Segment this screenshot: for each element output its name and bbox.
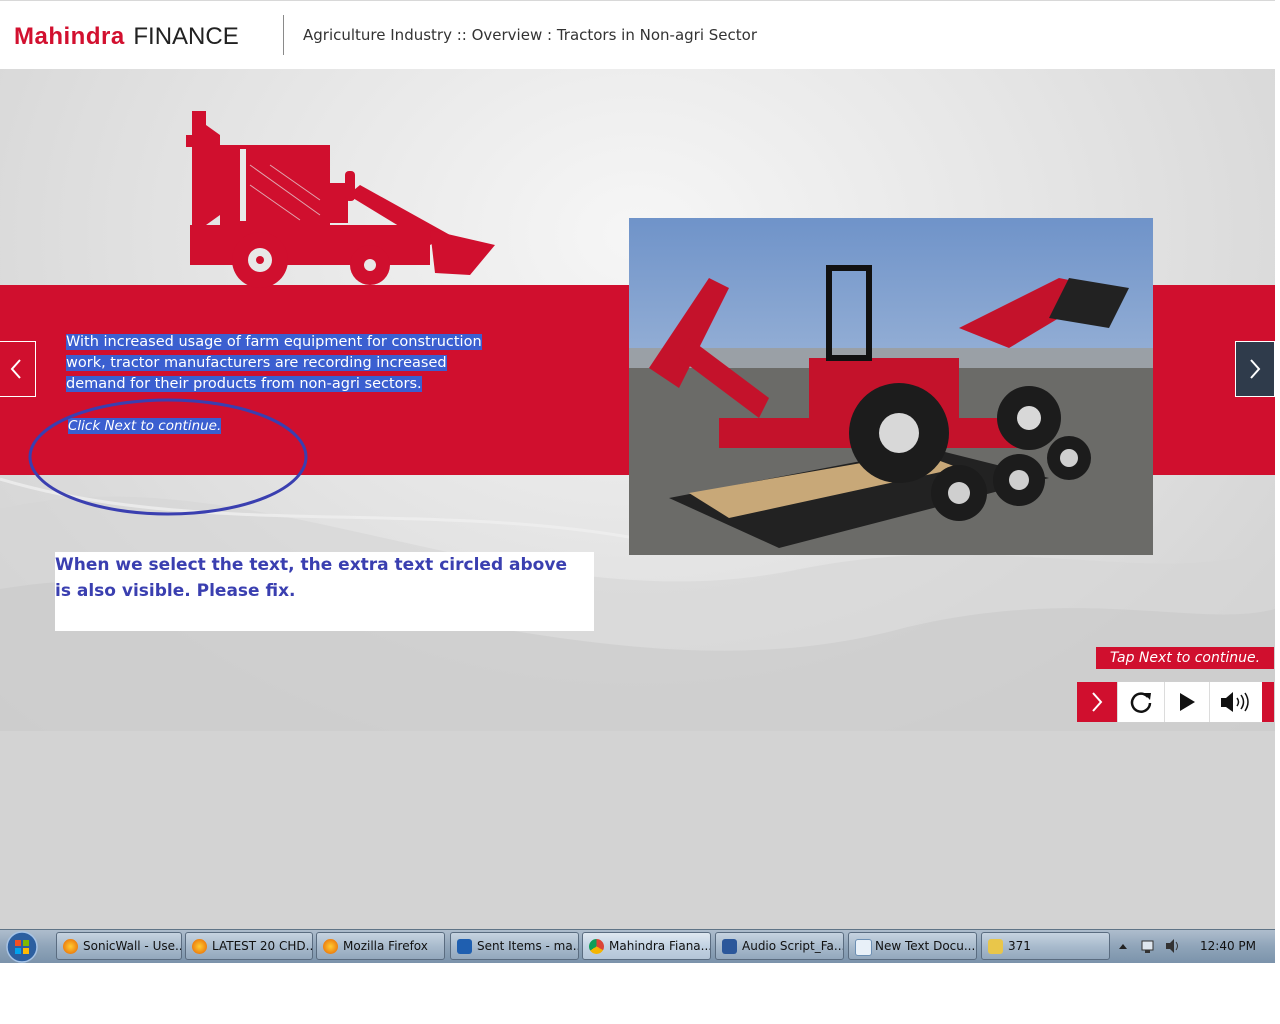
window-edge — [1275, 0, 1280, 963]
taskbar-item-label: LATEST 20 CHD... — [212, 939, 313, 953]
screen-bottom-margin — [0, 963, 1280, 1024]
replay-icon — [1130, 692, 1152, 713]
firefox-icon — [63, 939, 78, 954]
chevron-right-icon — [1092, 692, 1103, 712]
chrome-icon — [589, 939, 604, 954]
annotation-note-text: When we select the text, the extra text … — [55, 555, 567, 601]
volume-icon[interactable] — [1164, 932, 1180, 960]
selected-body-text: With increased usage of farm equipment f… — [66, 334, 482, 392]
windows-start-icon — [6, 931, 38, 963]
play-button[interactable] — [1165, 682, 1210, 722]
breadcrumb: Agriculture Industry :: Overview : Tract… — [303, 26, 757, 44]
chevron-left-icon — [10, 359, 21, 379]
page-background — [0, 731, 1275, 929]
replay-button[interactable] — [1118, 682, 1165, 722]
header-divider — [283, 15, 284, 55]
taskbar-item-firefox[interactable]: Mozilla Firefox — [316, 932, 445, 960]
play-icon — [1180, 693, 1195, 711]
taskbar-item-folder[interactable]: 371 — [981, 932, 1110, 960]
outlook-icon — [457, 939, 472, 954]
windows-taskbar: SonicWall - Use... LATEST 20 CHD... Mozi… — [0, 929, 1275, 963]
firefox-icon — [323, 939, 338, 954]
taskbar-item-notepad[interactable]: New Text Docu... — [848, 932, 977, 960]
taskbar-clock[interactable]: 12:40 PM — [1200, 932, 1256, 960]
prev-slide-button[interactable] — [0, 341, 36, 397]
audio-button[interactable] — [1210, 682, 1262, 722]
slide-stage: With increased usage of farm equipment f… — [0, 69, 1275, 731]
taskbar-item-label: 371 — [1008, 939, 1031, 953]
next-button[interactable] — [1077, 682, 1118, 722]
slide-body-text: With increased usage of farm equipment f… — [66, 332, 486, 395]
firefox-icon — [192, 939, 207, 954]
notepad-icon — [855, 939, 872, 956]
taskbar-item-label: Mozilla Firefox — [343, 939, 428, 953]
network-icon[interactable] — [1140, 932, 1156, 960]
word-icon — [722, 939, 737, 954]
taskbar-item-label: Sent Items - ma... — [477, 939, 579, 953]
logo-suffix: FINANCE — [133, 23, 239, 50]
backhoe-silhouette-icon — [186, 111, 495, 288]
taskbar-item-label: Audio Script_Fa... — [742, 939, 844, 953]
taskbar-item-chrome[interactable]: Mahindra Fiana... — [582, 932, 711, 960]
tap-next-label: Tap Next to continue. — [1096, 647, 1274, 669]
next-slide-button[interactable] — [1235, 341, 1275, 397]
show-hidden-icons-icon[interactable] — [1118, 932, 1128, 960]
taskbar-item-outlook[interactable]: Sent Items - ma... — [450, 932, 579, 960]
annotation-note-box: When we select the text, the extra text … — [55, 552, 594, 631]
annotation-circle — [28, 398, 308, 516]
tractor-photo — [629, 218, 1153, 555]
mahindra-finance-logo[interactable]: Mahindra FINANCE — [14, 23, 239, 51]
player-controls — [1076, 681, 1275, 723]
app-header: Mahindra FINANCE Agriculture Industry ::… — [0, 0, 1275, 71]
taskbar-item-latest[interactable]: LATEST 20 CHD... — [185, 932, 313, 960]
logo-brand: Mahindra — [14, 23, 125, 50]
chevron-right-icon — [1250, 359, 1261, 379]
taskbar-item-label: New Text Docu... — [875, 939, 976, 953]
speaker-icon — [1221, 692, 1249, 712]
taskbar-item-label: Mahindra Fiana... — [609, 939, 711, 953]
folder-icon — [988, 939, 1003, 954]
system-tray: 12:40 PM — [1112, 932, 1275, 960]
controls-edge — [1262, 682, 1274, 722]
taskbar-item-sonicwall[interactable]: SonicWall - Use... — [56, 932, 182, 960]
taskbar-item-word[interactable]: Audio Script_Fa... — [715, 932, 844, 960]
start-button[interactable] — [3, 931, 41, 963]
taskbar-item-label: SonicWall - Use... — [83, 939, 182, 953]
